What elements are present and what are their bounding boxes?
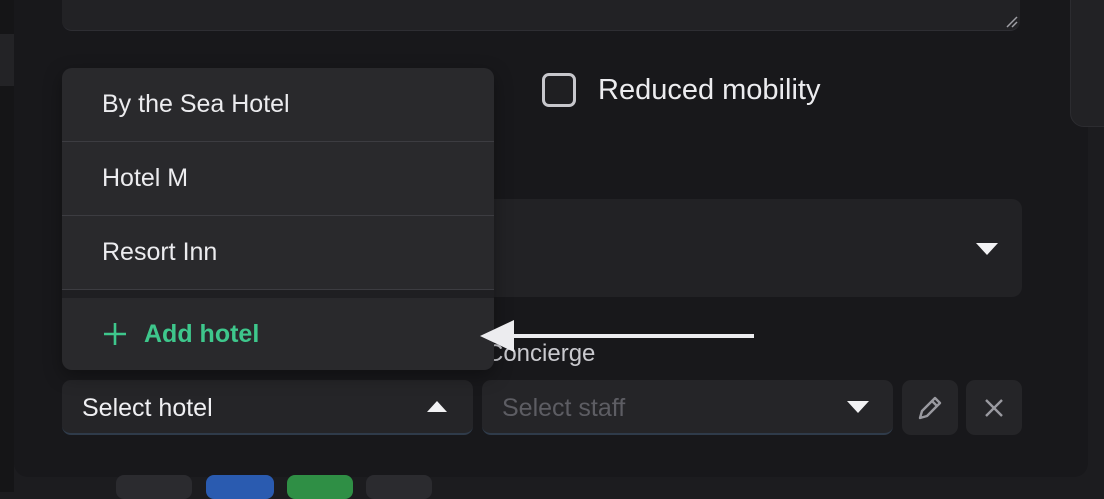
hotel-option-hotel-m[interactable]: Hotel M <box>62 142 494 216</box>
add-hotel-button[interactable]: Add hotel <box>62 298 494 370</box>
resize-handle-icon[interactable] <box>1004 14 1018 28</box>
hotel-option-by-the-sea[interactable]: By the Sea Hotel <box>62 68 494 142</box>
hotel-select-value: Select hotel <box>82 394 213 422</box>
plus-icon <box>104 323 126 345</box>
hotel-option-resort-inn[interactable]: Resort Inn <box>62 216 494 290</box>
pointer-arrow-annotation <box>480 320 754 352</box>
sidebar-edge-tab <box>0 34 14 86</box>
reduced-mobility-checkbox[interactable] <box>542 73 576 107</box>
notes-textarea[interactable] <box>62 0 1020 31</box>
add-hotel-label: Add hotel <box>144 319 260 348</box>
caret-down-icon <box>847 401 869 413</box>
right-side-card <box>1070 0 1104 127</box>
bottom-chip-gray <box>116 475 192 499</box>
bottom-chip-blue <box>206 475 274 499</box>
edit-staff-button[interactable] <box>902 380 958 435</box>
staff-select-placeholder: Select staff <box>502 394 626 422</box>
bottom-chip-globe <box>366 475 432 499</box>
pencil-icon <box>918 396 942 419</box>
caret-down-icon <box>976 243 998 255</box>
hotel-select[interactable]: Select hotel <box>62 380 473 435</box>
reduced-mobility-option[interactable]: Reduced mobility <box>542 73 820 107</box>
close-icon <box>985 398 1003 417</box>
caret-up-icon <box>427 401 447 412</box>
staff-select[interactable]: Select staff <box>482 380 893 435</box>
hotel-dropdown-menu: By the Sea Hotel Hotel M Resort Inn Add … <box>62 68 494 370</box>
clear-staff-button[interactable] <box>966 380 1022 435</box>
left-sidebar-edge <box>0 0 14 492</box>
dropdown-divider <box>62 290 494 298</box>
bottom-chip-green <box>287 475 353 499</box>
reduced-mobility-label: Reduced mobility <box>598 73 821 106</box>
